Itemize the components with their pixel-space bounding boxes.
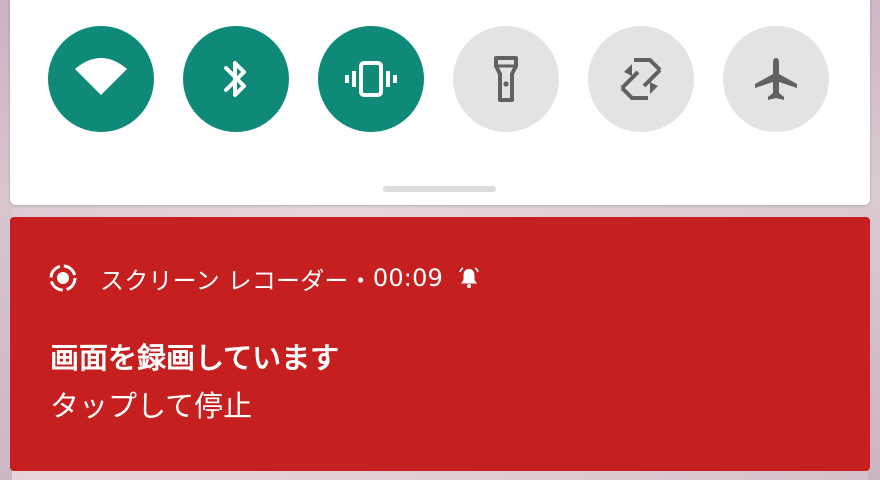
screen-record-icon bbox=[49, 264, 77, 292]
rotate-icon bbox=[620, 58, 662, 100]
wifi-tile[interactable] bbox=[48, 26, 154, 132]
vibrate-tile[interactable] bbox=[318, 26, 424, 132]
bluetooth-tile[interactable] bbox=[183, 26, 289, 132]
bluetooth-icon bbox=[224, 61, 246, 97]
notification-header: スクリーン レコーダー ・ 00:09 bbox=[48, 261, 481, 295]
notification-body: タップして停止 bbox=[50, 389, 253, 423]
auto-rotate-tile[interactable] bbox=[588, 26, 694, 132]
screen-recorder-notification[interactable]: スクリーン レコーダー ・ 00:09 画面を録画しています タップして停止 bbox=[10, 217, 870, 471]
flashlight-icon bbox=[494, 56, 518, 102]
airplane-icon bbox=[755, 58, 797, 100]
airplane-tile[interactable] bbox=[723, 26, 829, 132]
notification-app-name: スクリーン レコーダー bbox=[100, 266, 349, 295]
quick-settings-panel bbox=[10, 0, 870, 205]
bell-icon bbox=[459, 267, 479, 288]
notification-elapsed-time: 00:09 bbox=[372, 264, 444, 292]
vibrate-icon bbox=[345, 61, 397, 97]
quick-settings-tiles bbox=[10, 26, 870, 132]
notification-separator: ・ bbox=[348, 266, 373, 295]
notification-title: 画面を録画しています bbox=[50, 341, 340, 375]
wifi-icon bbox=[75, 58, 127, 95]
flashlight-tile[interactable] bbox=[453, 26, 559, 132]
panel-drag-handle[interactable] bbox=[383, 186, 496, 192]
